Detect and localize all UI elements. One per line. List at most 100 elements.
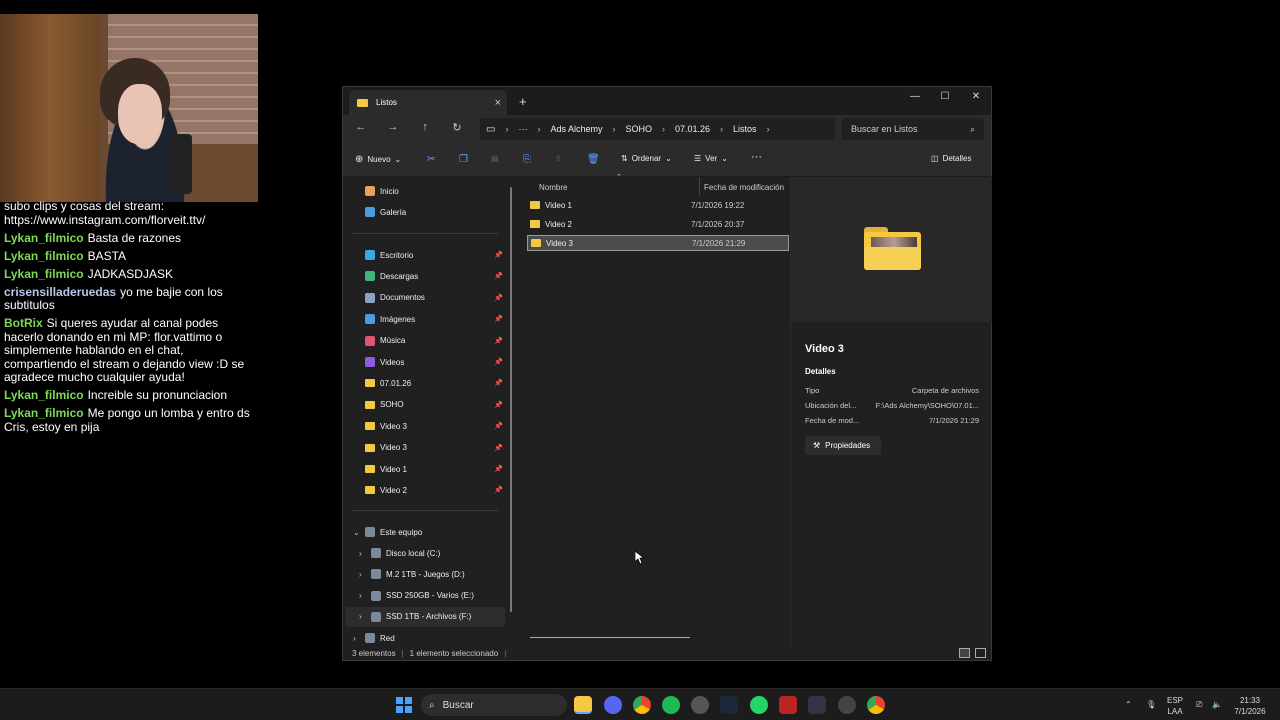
breadcrumb-item[interactable]: Listos — [733, 124, 757, 134]
chevron-right-icon[interactable]: › — [353, 634, 356, 643]
chat-message: Lykan_filmico Increible su pronunciacion — [4, 388, 254, 403]
new-tab-button[interactable]: + — [519, 94, 527, 109]
chevron-right-icon[interactable]: › — [612, 124, 615, 134]
paste-icon[interactable]: ▤ — [491, 154, 499, 163]
recorder-icon[interactable] — [779, 696, 797, 714]
sidebar-item-drive[interactable]: › SSD 1TB - Archivos (F:) — [359, 608, 511, 626]
sidebar-scrollbar[interactable] — [510, 187, 512, 612]
sidebar-item[interactable]: 07.01.26 📌 — [365, 374, 505, 392]
chevron-right-icon[interactable]: › — [767, 124, 770, 134]
language-indicator[interactable]: ESP LAA — [1167, 695, 1183, 717]
sidebar-item-drive[interactable]: › Disco local (C:) — [359, 544, 511, 562]
sidebar-item[interactable]: Música 📌 — [365, 332, 505, 350]
share-icon[interactable]: ⇪ — [555, 154, 562, 163]
cut-icon[interactable]: ✂ — [427, 154, 435, 165]
spotify-icon[interactable] — [662, 696, 680, 714]
chevron-right-icon[interactable]: › — [359, 612, 362, 621]
close-button[interactable]: ✕ — [966, 91, 986, 102]
sort-icon: ⇅ — [621, 154, 628, 163]
sidebar-item[interactable]: Escritorio 📌 — [365, 246, 505, 264]
network-icon[interactable]: ⎚ — [1196, 699, 1202, 710]
up-arrow-icon[interactable]: ↑ — [417, 121, 433, 133]
sidebar-item-this-pc[interactable]: ⌄ Este equipo — [353, 523, 505, 541]
chevron-right-icon[interactable]: › — [359, 591, 362, 600]
chat-username: BotRix — [4, 316, 43, 330]
microphone-icon[interactable]: 🎙 — [1146, 699, 1156, 710]
sidebar-item[interactable]: Imágenes 📌 — [365, 310, 505, 328]
sidebar-item[interactable]: Inicio — [365, 182, 505, 200]
maximize-button[interactable]: ☐ — [935, 91, 955, 102]
taskbar-search[interactable]: ⌕ Buscar — [421, 694, 567, 716]
more-options-button[interactable]: ··· — [751, 151, 762, 163]
forward-arrow-icon[interactable]: → — [385, 121, 401, 133]
tab-close-icon[interactable]: × — [495, 97, 501, 109]
sidebar-item[interactable]: Documentos 📌 — [365, 289, 505, 307]
view-button[interactable]: ☰ Ver ⌄ — [694, 154, 728, 163]
details-view-icon[interactable] — [959, 648, 970, 658]
app-icon[interactable] — [808, 696, 826, 714]
chrome-profile-icon[interactable] — [867, 696, 885, 714]
chat-text: subo clips y cosas del stream: https://w… — [4, 199, 206, 227]
sidebar-item-drive[interactable]: › SSD 250GB - Varios (E:) — [359, 587, 511, 605]
file-row[interactable]: Video 3 7/1/2026 21:29 — [527, 235, 789, 251]
desktop-icon — [365, 250, 375, 260]
breadcrumb-item[interactable]: SOHO — [625, 124, 652, 134]
sidebar-item[interactable]: Video 1 📌 — [365, 460, 505, 478]
chevron-right-icon[interactable]: › — [359, 570, 362, 579]
start-button[interactable] — [396, 697, 412, 713]
tab-listos[interactable]: Listos × — [349, 90, 507, 115]
column-name[interactable]: Nombre — [539, 183, 567, 192]
refresh-icon[interactable]: ↻ — [449, 121, 465, 134]
sidebar-item[interactable]: Video 3 📌 — [365, 439, 505, 457]
file-row[interactable]: Video 1 7/1/2026 19:22 — [527, 197, 789, 213]
rename-icon[interactable]: ⎘ — [523, 154, 531, 165]
sidebar-item-label: Descargas — [380, 271, 419, 281]
file-explorer-icon[interactable] — [574, 696, 592, 714]
column-date[interactable]: Fecha de modificación — [704, 183, 784, 192]
copy-icon[interactable]: ❐ — [459, 154, 468, 165]
details-pane-button[interactable]: ◫ Detalles — [931, 154, 971, 163]
monitor-icon[interactable]: ▭ — [486, 124, 495, 135]
chevron-up-icon[interactable]: ⌃ — [1125, 699, 1132, 710]
discord-icon[interactable] — [604, 696, 622, 714]
sidebar-item[interactable]: Video 3 📌 — [365, 417, 505, 435]
horizontal-scrollbar[interactable] — [530, 637, 690, 638]
sidebar-item-drive[interactable]: › M.2 1TB - Juegos (D:) — [359, 565, 511, 583]
properties-button[interactable]: ⚒ Propiedades — [805, 436, 881, 455]
sidebar-item[interactable]: SOHO 📌 — [365, 396, 505, 414]
chevron-right-icon[interactable]: › — [720, 124, 723, 134]
sidebar-item[interactable]: Video 2 📌 — [365, 481, 505, 499]
tab-title: Listos — [376, 98, 397, 107]
search-input[interactable]: Buscar en Listos ⌕ — [842, 118, 984, 140]
new-button[interactable]: ⊕ Nuevo ⌄ — [355, 154, 401, 165]
command-bar: ⊕ Nuevo ⌄ ✂ ❐ ▤ ⎘ ⇪ 🗑 ⇅ Ordenar ⌄ ☰ Ver … — [343, 143, 991, 177]
sort-button[interactable]: ⇅ Ordenar ⌄ — [621, 154, 672, 163]
column-divider[interactable] — [699, 177, 700, 195]
sidebar-item[interactable]: Descargas 📌 — [365, 267, 505, 285]
chrome-icon[interactable] — [633, 696, 651, 714]
clock[interactable]: 21:33 7/1/2026 — [1230, 695, 1270, 717]
pin-icon: 📌 — [494, 316, 503, 324]
sidebar-item-network[interactable]: › Red — [353, 629, 505, 647]
chevron-right-icon[interactable]: › — [662, 124, 665, 134]
breadcrumb-item[interactable]: 07.01.26 — [675, 124, 710, 134]
steam-icon[interactable] — [720, 696, 738, 714]
chevron-right-icon[interactable]: › — [359, 549, 362, 558]
minimize-button[interactable]: — — [905, 91, 925, 102]
obs-icon[interactable] — [838, 696, 856, 714]
chevron-down-icon[interactable]: ⌄ — [353, 528, 360, 537]
tiles-view-icon[interactable] — [975, 648, 986, 658]
folder-icon — [365, 486, 375, 495]
breadcrumb-item[interactable]: Ads Alchemy — [550, 124, 602, 134]
sidebar-item[interactable]: Videos 📌 — [365, 353, 505, 371]
slack-icon[interactable] — [691, 696, 709, 714]
taskbar: ⌕ Buscar ⌃ 🎙 ESP LAA ⎚ 🔈 21:33 7/1/2026 — [0, 688, 1280, 720]
volume-icon[interactable]: 🔈 — [1212, 699, 1222, 710]
sidebar-item[interactable]: Galería — [365, 203, 505, 221]
back-arrow-icon[interactable]: ← — [353, 121, 369, 133]
whatsapp-icon[interactable] — [750, 696, 768, 714]
file-row[interactable]: Video 2 7/1/2026 20:37 — [527, 216, 789, 232]
delete-icon[interactable]: 🗑 — [587, 154, 600, 165]
breadcrumb[interactable]: ▭ › ··· › Ads Alchemy › SOHO › 07.01.26 › List… — [480, 118, 835, 140]
more-crumbs-icon[interactable]: ··· — [518, 124, 527, 134]
